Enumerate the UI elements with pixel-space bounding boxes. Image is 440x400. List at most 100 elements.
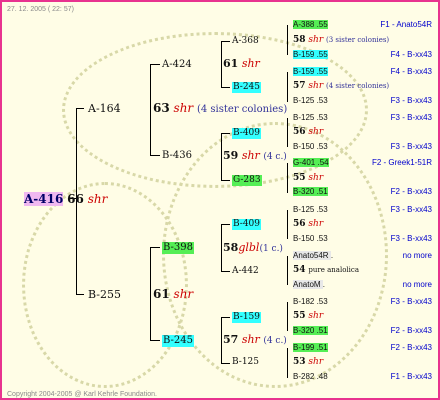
- gen3-num-4: 55: [293, 173, 306, 183]
- gen3-tick-2: [221, 87, 230, 88]
- gen2-num-4: 57: [223, 333, 239, 346]
- gen3-num-7: 55: [293, 311, 306, 321]
- gen4-value: .51: [316, 187, 328, 196]
- gen4-value: .: [330, 251, 334, 260]
- gen3-code-6[interactable]: A-442: [232, 267, 259, 276]
- gen3-shr-6: pure analolica: [308, 266, 359, 274]
- gen2-code-2[interactable]: B-436: [162, 151, 192, 161]
- gen3-tick-1: [221, 41, 230, 42]
- gen4-row[interactable]: AnatoM .: [293, 280, 326, 289]
- gen3-code-3[interactable]: B-409: [232, 128, 261, 139]
- gen3-bracket-1: [221, 41, 222, 87]
- gen4-row[interactable]: B-125 .53: [293, 97, 328, 105]
- gen4-code: B-125: [293, 113, 317, 122]
- gen3-code-4[interactable]: G-283: [232, 175, 262, 186]
- gen4-bracket-8: [287, 348, 288, 378]
- gen4-value: .55: [316, 50, 328, 59]
- gen2-upper-bracket: [150, 64, 151, 155]
- gen4-row[interactable]: B-159 .55: [293, 67, 328, 76]
- gen3-code-2[interactable]: B-245: [232, 82, 261, 93]
- gen4-right-label: F2 - B-xx43: [390, 187, 432, 196]
- gen2-tick-2: [150, 155, 160, 156]
- gen4-row[interactable]: B-125 .53: [293, 206, 328, 214]
- gen4-value: .53: [316, 234, 328, 243]
- gen4-right-label: F3 - B-xx43: [390, 113, 432, 122]
- gen4-row[interactable]: B-150 .53: [293, 143, 328, 151]
- gen4-right-label: F3 - B-xx43: [390, 96, 432, 105]
- gen4-value: .: [322, 280, 326, 289]
- gen4-code: B-125: [293, 96, 317, 105]
- gen4-row[interactable]: B-159 .55: [293, 50, 328, 59]
- gen4-row[interactable]: B-320 .51: [293, 326, 328, 335]
- gen1-upper-tick: [76, 108, 84, 109]
- gen4-value: .48: [316, 372, 328, 381]
- gen4-row[interactable]: B-199 .51: [293, 343, 328, 352]
- gen2-code-4[interactable]: B-245: [162, 335, 194, 347]
- gen3-detail-5: 56 shr: [293, 220, 323, 229]
- gen1-upper-code[interactable]: A-164: [88, 103, 121, 114]
- gen4-code: B-282: [293, 372, 317, 381]
- gen4-code: AnatoM: [293, 280, 323, 289]
- gen4-row[interactable]: G-401 .54: [293, 158, 329, 167]
- gen4-row[interactable]: B-182 .53: [293, 298, 328, 306]
- gen4-row[interactable]: B-125 .53: [293, 114, 328, 122]
- gen2-detail-3: 58glbl(1 c.): [223, 242, 283, 254]
- gen4-code: B-320: [293, 326, 317, 335]
- gen4-right-label: F2 - B-xx43: [390, 343, 432, 352]
- gen4-code: B-150: [293, 142, 317, 151]
- gen3-code-7[interactable]: B-159: [232, 312, 261, 323]
- gen2-tick-1: [150, 64, 160, 65]
- gen3-detail-6: 54 pure analolica: [293, 266, 359, 275]
- root-code: A-416: [24, 192, 64, 206]
- gen4-code: B-150: [293, 234, 317, 243]
- root-node[interactable]: A-416 66 shr: [24, 192, 108, 206]
- gen4-bracket-1: [287, 25, 288, 55]
- gen1-lower-num: 61: [153, 287, 170, 301]
- gen3-code-8[interactable]: B-125: [232, 358, 259, 367]
- gen4-right-label: F1 - Anato54R: [380, 20, 432, 29]
- gen4-bracket-5: [287, 210, 288, 239]
- gen4-bracket-6: [287, 256, 288, 285]
- gen3-code-5[interactable]: B-409: [232, 219, 261, 230]
- gen4-right-label: F1 - B-xx43: [390, 372, 432, 381]
- gen2-tick-3: [150, 247, 160, 248]
- gen4-row[interactable]: A-388 .55: [293, 20, 328, 29]
- gen4-right-label: F3 - B-xx43: [390, 142, 432, 151]
- gen1-upper-colonies: (4 sister colonies): [196, 104, 288, 115]
- gen4-right-label: F3 - B-xx43: [390, 297, 432, 306]
- gen3-bracket-2: [221, 133, 222, 180]
- gen4-code: B-159: [293, 67, 317, 76]
- gen4-value: .51: [316, 326, 328, 335]
- gen4-bracket-4: [287, 163, 288, 193]
- gen3-colonies-2: (4 sister colonies): [326, 82, 390, 90]
- gen3-shr-8: shr: [308, 357, 324, 367]
- gen3-detail-1: 58 shr (3 sister colonies): [293, 36, 389, 45]
- gen2-shr-3: glbl: [238, 241, 260, 254]
- gen2-colonies-3: (1 c.): [259, 244, 283, 254]
- gen2-code-3[interactable]: B-398: [162, 242, 194, 254]
- gen4-row[interactable]: B-150 .53: [293, 235, 328, 243]
- gen3-shr-3: shr: [308, 127, 324, 137]
- gen4-value: .53: [316, 205, 328, 214]
- gen1-lower-detail: 61 shr: [153, 288, 193, 300]
- root-shr: shr: [87, 192, 108, 206]
- gen4-value: .53: [316, 96, 328, 105]
- gen3-bracket-4: [221, 317, 222, 363]
- gen3-num-2: 57: [293, 81, 306, 91]
- gen4-row[interactable]: B-320 .51: [293, 187, 328, 196]
- gen2-code-1[interactable]: A-424: [162, 60, 192, 70]
- gen2-colonies-4: (4 c.): [263, 336, 287, 346]
- gen4-code: B-159: [293, 50, 317, 59]
- gen4-code: B-125: [293, 205, 317, 214]
- gen4-value: .55: [316, 67, 328, 76]
- gen1-lower-code[interactable]: B-255: [88, 289, 121, 300]
- gen3-detail-3: 56 shr: [293, 128, 323, 137]
- gen3-tick-5: [221, 224, 230, 225]
- gen4-row[interactable]: B-282 .48: [293, 373, 328, 381]
- gen2-shr-4: shr: [241, 333, 260, 346]
- gen4-row[interactable]: Anato54R .: [293, 251, 334, 260]
- gen2-colonies-2: (4 c.): [263, 152, 287, 162]
- gen3-code-1[interactable]: A-368: [232, 37, 259, 46]
- gen2-detail-2: 59 shr (4 c.): [223, 150, 287, 162]
- gen3-detail-7: 55 shr: [293, 312, 323, 321]
